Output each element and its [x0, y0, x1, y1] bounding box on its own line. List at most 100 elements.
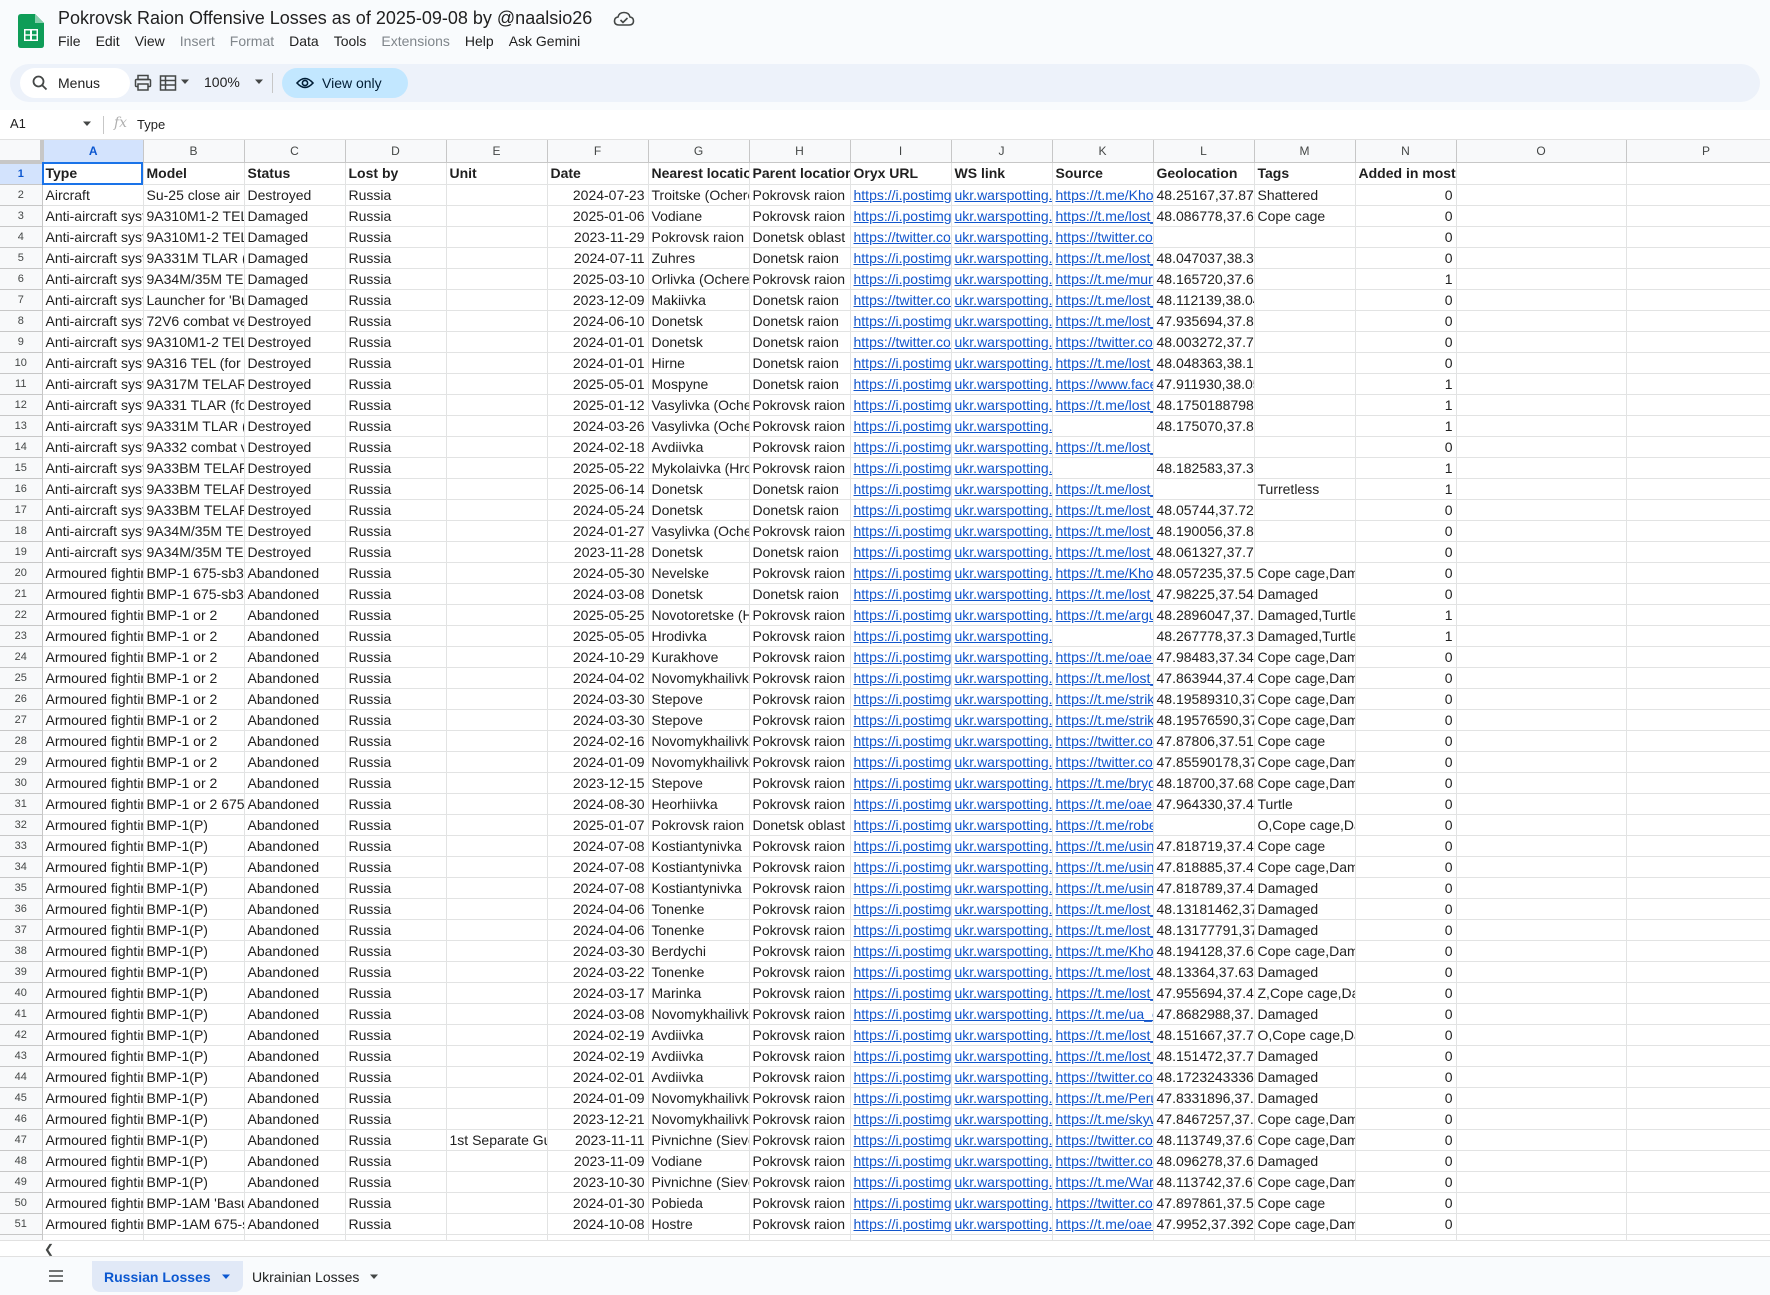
cell[interactable]: https://i.postimg.cc — [850, 415, 952, 437]
cell[interactable]: BMP-1AM 'Basurmanin' — [143, 1192, 245, 1214]
cell[interactable] — [446, 877, 548, 899]
cell[interactable]: 0 — [1355, 520, 1457, 542]
cell[interactable]: 9A310M1-2 TELAR — [143, 226, 245, 248]
cell[interactable]: Marinka — [648, 982, 750, 1004]
cell[interactable]: Cope cage,Damaged — [1254, 646, 1356, 668]
row-header[interactable]: 23 — [0, 625, 43, 647]
cell[interactable] — [446, 1171, 548, 1193]
cell[interactable] — [1456, 289, 1627, 311]
sheet-tab-chevron-down-icon[interactable] — [221, 1273, 231, 1281]
cell[interactable]: Heorhiivka — [648, 793, 750, 815]
cell[interactable] — [446, 331, 548, 353]
cell[interactable]: 48.003272,37.729352 — [1153, 331, 1255, 353]
cell[interactable]: ukr.warspotting.net — [951, 1108, 1053, 1130]
cell[interactable]: Donetsk raion — [749, 373, 851, 395]
cell[interactable]: Novomykhailivka — [648, 1003, 750, 1025]
cell[interactable]: 48.19589310,37 — [1153, 688, 1255, 710]
cell[interactable]: 0 — [1355, 247, 1457, 269]
cell[interactable]: 9A33BM TELAR — [143, 499, 245, 521]
document-title[interactable]: Pokrovsk Raion Offensive Losses as of 20… — [58, 8, 592, 29]
cell[interactable] — [1456, 961, 1627, 983]
cell[interactable] — [1456, 1129, 1627, 1151]
cell[interactable]: Destroyed — [244, 478, 346, 500]
cell[interactable]: 0 — [1355, 1171, 1457, 1193]
cell[interactable] — [1254, 415, 1356, 437]
cell[interactable]: Russia — [345, 583, 447, 605]
cell[interactable]: Armoured fighting vehicles — [42, 604, 144, 626]
cell[interactable]: Donetsk raion — [749, 541, 851, 563]
cell[interactable]: 47.98483,37.346 — [1153, 646, 1255, 668]
cell[interactable]: Cope cage,Damaged — [1254, 940, 1356, 962]
row-header[interactable]: 8 — [0, 310, 43, 332]
column-header-i[interactable]: I — [850, 140, 952, 163]
cell[interactable]: Cope cage,Damaged — [1254, 856, 1356, 878]
cell[interactable]: Pokrovsk raion — [749, 793, 851, 815]
cell[interactable]: Pokrovsk raion — [749, 520, 851, 542]
cell[interactable]: BMP-1(P) — [143, 1045, 245, 1067]
cell[interactable]: Date — [547, 162, 649, 185]
cell[interactable]: https://i.postimg.cc — [850, 352, 952, 374]
cell[interactable]: 48.17501887985226,37.8633270 — [1153, 394, 1255, 416]
cell[interactable] — [446, 709, 548, 731]
cell[interactable]: ukr.warspotting.net — [951, 478, 1053, 500]
cell[interactable]: https://t.me/Khorne — [1052, 562, 1154, 584]
cell[interactable]: Abandoned — [244, 1108, 346, 1130]
cell[interactable] — [1254, 331, 1356, 353]
cell[interactable] — [1456, 625, 1627, 647]
row-header[interactable]: 15 — [0, 457, 43, 479]
cell[interactable]: 47.964330,37.43 — [1153, 793, 1255, 815]
cell[interactable]: https://i.postimg.cc — [850, 751, 952, 773]
cell[interactable]: 48.2896047,37.4 — [1153, 604, 1255, 626]
column-header-c[interactable]: C — [244, 140, 346, 163]
cell[interactable]: Abandoned — [244, 688, 346, 710]
cell[interactable]: ukr.warspotting.net — [951, 1003, 1053, 1025]
cell[interactable]: 48.061327,37.701844 — [1153, 541, 1255, 563]
cell[interactable]: ukr.warspotting.net — [951, 709, 1053, 731]
cell[interactable]: Cope cage,Damaged — [1254, 751, 1356, 773]
cell[interactable]: 0 — [1355, 1087, 1457, 1109]
cell[interactable]: https://t.me/lost_warinua — [1052, 499, 1154, 521]
cell[interactable]: 0 — [1355, 856, 1457, 878]
cell[interactable]: 0 — [1355, 562, 1457, 584]
cell[interactable]: Russia — [345, 835, 447, 857]
cell[interactable]: 2023-12-09 — [547, 289, 649, 311]
cell[interactable] — [1456, 268, 1627, 290]
cell[interactable]: BMP-1(P) — [143, 856, 245, 878]
cell[interactable]: 48.19576590,37 — [1153, 709, 1255, 731]
cell[interactable]: Damaged — [1254, 919, 1356, 941]
cell[interactable] — [446, 1192, 548, 1214]
cell[interactable]: https://i.postimg.cc — [850, 541, 952, 563]
cell[interactable]: https://t.me/lost_warinua — [1052, 1045, 1154, 1067]
cell[interactable] — [1456, 751, 1627, 773]
cell[interactable] — [446, 541, 548, 563]
cell[interactable]: 47.9952,37.3929 — [1153, 1213, 1255, 1235]
cell[interactable]: https://t.me/lost_warinua — [1052, 247, 1154, 269]
cell[interactable]: BMP-1 or 2 — [143, 730, 245, 752]
cell[interactable]: Armoured fighting vehicles — [42, 814, 144, 836]
cell[interactable]: https://i.postimg.cc — [850, 478, 952, 500]
cell[interactable]: https://t.me/Khorne — [1052, 184, 1154, 206]
cell[interactable] — [1254, 394, 1356, 416]
cell[interactable]: Anti-aircraft systems — [42, 478, 144, 500]
cell[interactable]: 48.113742,37.67 — [1153, 1171, 1255, 1193]
row-header[interactable]: 7 — [0, 289, 43, 311]
cell[interactable]: Abandoned — [244, 667, 346, 689]
cell[interactable]: Abandoned — [244, 1003, 346, 1025]
cell[interactable] — [1626, 835, 1770, 857]
cell[interactable]: Nearest location — [648, 162, 750, 185]
cell[interactable]: Donetsk — [648, 478, 750, 500]
cell[interactable]: 2025-06-14 — [547, 478, 649, 500]
cell[interactable]: 2025-05-25 — [547, 604, 649, 626]
cell[interactable]: https://t.me/lost_warinua — [1052, 394, 1154, 416]
menu-view[interactable]: View — [135, 33, 165, 49]
cell[interactable]: Vodiane — [648, 1150, 750, 1172]
cell[interactable]: 48.047037,38.313899 — [1153, 247, 1255, 269]
cell[interactable]: Donetsk — [648, 310, 750, 332]
cell[interactable]: 48.048363,38.198177 — [1153, 352, 1255, 374]
cell[interactable]: 1 — [1355, 604, 1457, 626]
cell[interactable]: 48.086778,37.69 — [1153, 205, 1255, 227]
select-all-corner[interactable] — [0, 140, 44, 164]
cell[interactable]: Anti-aircraft systems — [42, 247, 144, 269]
row-header[interactable]: 12 — [0, 394, 43, 416]
cell[interactable]: 0 — [1355, 772, 1457, 794]
